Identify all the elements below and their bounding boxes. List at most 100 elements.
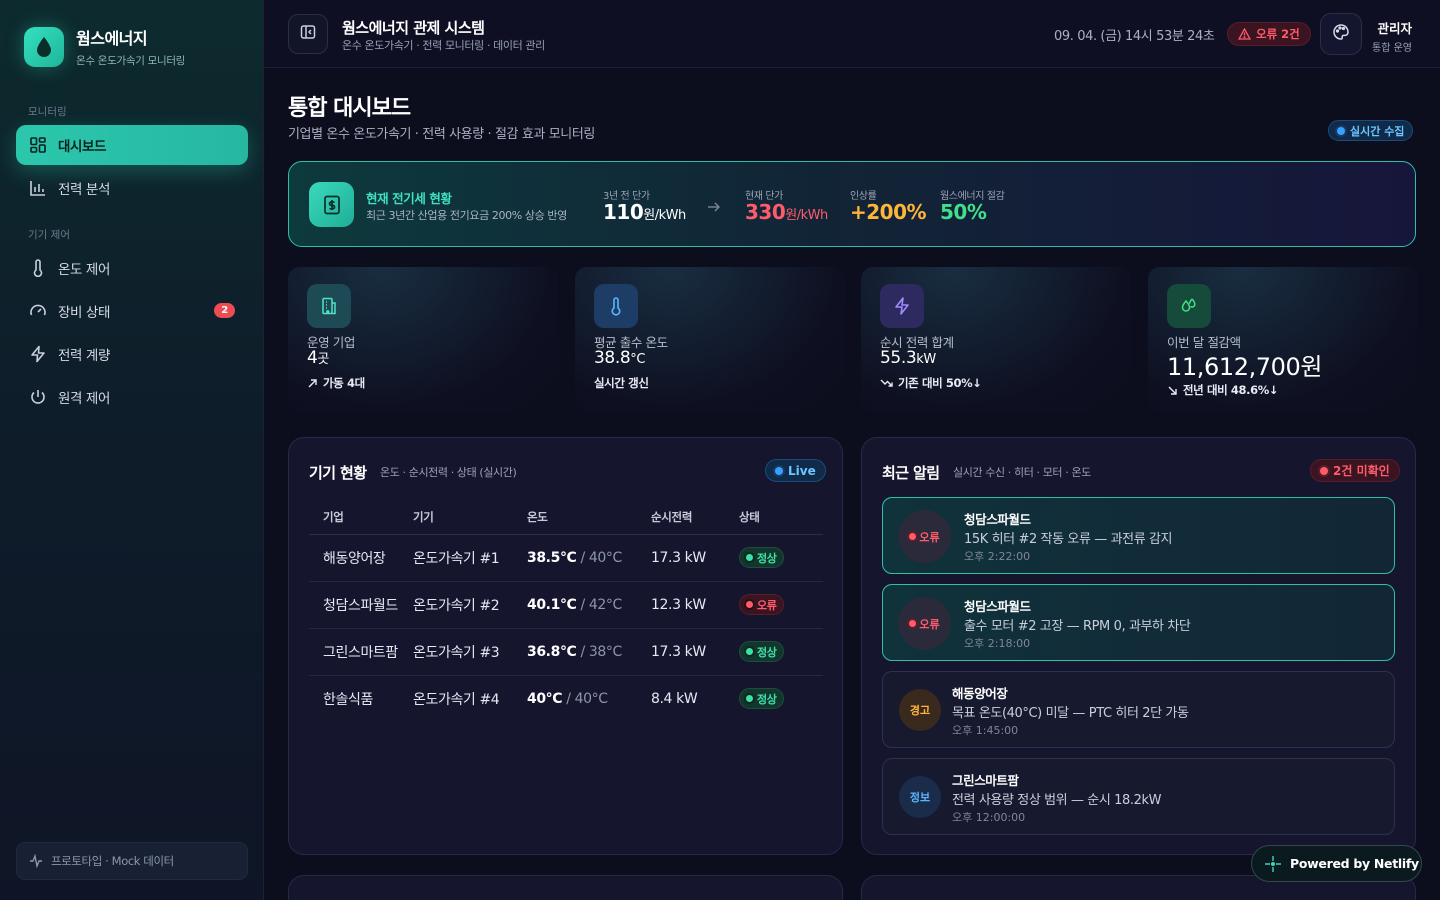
alert-time: 오후 1:45:00 (952, 724, 1019, 737)
netlify-badge[interactable]: Powered by Netlify (1251, 845, 1422, 882)
panel-subtitle: 온도 · 순시전력 · 상태 (실시간) (380, 466, 517, 479)
alert-message: 전력 사용량 정상 범위 — 순시 18.2kW (952, 793, 1162, 808)
stat-card-avg-temp: 평균 출수 온도 38.8°C 실시간 갱신 (575, 267, 845, 413)
cell-status: 정상 (739, 675, 823, 722)
column-header-company: 기업 (309, 500, 413, 535)
status-label: 정상 (757, 692, 777, 706)
target-temp: / 40°C (580, 549, 622, 566)
increase-rate-value: +200% (850, 200, 927, 224)
user-name: 관리자 (1377, 21, 1412, 36)
alert-level-label: 오류 (919, 530, 940, 544)
table-row[interactable]: 한솔식품 온도가속기 #4 40°C / 40°C 8.4 kW 정상 (309, 675, 823, 722)
stat-card-savings: 이번 달 절감액 11,612,700원 전년 대비 48.6%↓ (1148, 267, 1418, 413)
grid-icon (28, 135, 48, 155)
alert-message: 목표 온도(40°C) 미달 — PTC 히터 2단 가동 (952, 706, 1189, 721)
status-badge: 정상 (739, 688, 785, 710)
alert-dot-icon (909, 533, 917, 540)
stat-card-total-power: 순시 전력 합계 55.3kW 기존 대비 50%↓ (861, 267, 1131, 413)
water-drop-icon (24, 26, 64, 67)
live-badge-label: Live (788, 463, 816, 478)
sidebar-toggle-button[interactable] (288, 14, 328, 54)
sidebar-item-label: 대시보드 (58, 139, 107, 155)
trend-down-icon (880, 378, 893, 388)
alert-company: 해동양어장 (952, 686, 1008, 701)
bolt-icon (28, 344, 48, 364)
stat-value: 11,612,700원 (1167, 347, 1323, 382)
current-datetime: 09. 04. (금) 14시 53분 24초 (1054, 29, 1215, 44)
cell-company: 그린스마트팜 (309, 628, 413, 676)
device-table: 기업 기기 온도 순시전력 상태 해동양어장 온도가속기 #1 38.5°C /… (309, 500, 823, 722)
alert-level-badge: 경고 (899, 689, 941, 731)
table-row[interactable]: 해동양어장 온도가속기 #1 38.5°C / 40°C 17.3 kW 정상 (309, 534, 823, 582)
stat-unit: 원 (1300, 353, 1323, 381)
live-dot-icon (1337, 126, 1345, 135)
alert-time: 오후 2:22:00 (964, 550, 1031, 563)
page-subtitle: 기업별 온수 온도가속기 · 전력 사용량 · 절감 효과 모니터링 (288, 127, 595, 142)
prototype-label: 프로토타입 · Mock 데이터 (51, 854, 174, 868)
table-row[interactable]: 그린스마트팜 온도가속기 #3 36.8°C / 38°C 17.3 kW 정상 (309, 628, 823, 676)
alert-company: 청담스파월드 (964, 512, 1031, 527)
stat-footnote-text: 전년 대비 48.6%↓ (1183, 383, 1279, 397)
prev-rate-unit: 원/kWh (643, 208, 686, 223)
system-title: 웜스에너지 관제 시스템 (342, 19, 485, 37)
sidebar-item-power-analysis[interactable]: 전력 분석 (16, 168, 248, 208)
alert-message: 출수 모터 #2 고장 — RPM 0, 과부하 차단 (964, 619, 1191, 634)
alert-company: 그린스마트팜 (952, 773, 1019, 788)
stat-number: 11,612,700 (1167, 353, 1301, 381)
status-badge: 정상 (739, 547, 785, 568)
current-temp: 38.5°C (527, 549, 577, 566)
unread-alerts-label: 2건 미확인 (1333, 464, 1390, 478)
unread-dot-icon (1320, 466, 1328, 475)
panel-subtitle: 실시간 수신 · 히터 · 모터 · 온도 (953, 466, 1091, 479)
sidebar-item-power-metering[interactable]: 전력 계량 (16, 334, 248, 374)
realtime-tag-label: 실시간 수집 (1350, 124, 1405, 138)
arrow-down-right-icon (1167, 385, 1178, 396)
sidebar-item-label: 온도 제어 (58, 262, 110, 278)
cell-temp: 36.8°C / 38°C (527, 628, 651, 676)
cell-power: 17.3 kW (651, 628, 739, 676)
thermometer-icon (28, 258, 48, 278)
error-count-pill[interactable]: 오류 2건 (1227, 22, 1311, 46)
sidebar-item-remote-control[interactable]: 원격 제어 (16, 377, 248, 417)
sidebar-item-label: 전력 계량 (58, 348, 110, 364)
alert-time: 오후 12:00:00 (952, 811, 1026, 824)
panel-title: 기기 현황 (309, 464, 367, 482)
brand[interactable]: 웜스에너지 온수 온도가속기 모니터링 (24, 25, 185, 68)
status-badge: 정상 (739, 641, 785, 662)
alert-item[interactable]: 오류 청담스파월드 출수 모터 #2 고장 — RPM 0, 과부하 차단 오후… (882, 584, 1395, 661)
stat-number: 55.3 (880, 348, 917, 368)
table-header-row: 기업 기기 온도 순시전력 상태 (309, 500, 823, 535)
power-icon (28, 387, 48, 407)
stat-footnote-text: 기존 대비 50%↓ (898, 376, 982, 390)
section-label-monitoring: 모니터링 (28, 106, 67, 118)
cell-company: 청담스파월드 (309, 581, 413, 629)
theme-button[interactable] (1320, 13, 1362, 55)
alert-item[interactable]: 정보 그린스마트팜 전력 사용량 정상 범위 — 순시 18.2kW 오후 12… (882, 758, 1395, 835)
gauge-icon (28, 301, 48, 321)
status-dot-icon (746, 648, 753, 655)
alert-level-label: 오류 (919, 617, 940, 631)
column-header-status: 상태 (739, 500, 823, 535)
equipment-alert-badge: 2 (214, 303, 235, 318)
table-row[interactable]: 청담스파월드 온도가속기 #2 40.1°C / 42°C 12.3 kW 오류 (309, 581, 823, 629)
brand-subtitle: 온수 온도가속기 모니터링 (76, 55, 186, 67)
topbar: 웜스에너지 관제 시스템 온수 온도가속기 · 전력 모니터링 · 데이터 관리… (264, 0, 1440, 68)
alert-level-badge: 정보 (899, 776, 941, 818)
alert-item[interactable]: 경고 해동양어장 목표 온도(40°C) 미달 — PTC 히터 2단 가동 오… (882, 671, 1395, 748)
unread-alerts-badge[interactable]: 2건 미확인 (1310, 459, 1400, 482)
alert-item[interactable]: 오류 청담스파월드 15K 히터 #2 작동 오류 — 과전류 감지 오후 2:… (882, 497, 1395, 574)
sidebar-item-temp-control[interactable]: 온도 제어 (16, 248, 248, 288)
cell-temp: 40.1°C / 42°C (527, 581, 651, 629)
stat-footnote-text: 가동 4대 (323, 376, 365, 390)
sidebar-item-dashboard[interactable]: 대시보드 (16, 125, 248, 165)
target-temp: / 38°C (580, 643, 622, 660)
cell-power: 12.3 kW (651, 581, 739, 629)
cell-device: 온도가속기 #2 (413, 581, 527, 629)
stat-card-companies: 운영 기업 4곳 가동 4대 (288, 267, 558, 413)
stat-footnote: 실시간 갱신 (594, 375, 649, 391)
user-menu[interactable]: 관리자 통합 운영 (1370, 18, 1412, 54)
current-rate-number: 330 (745, 200, 786, 224)
status-label: 정상 (757, 645, 777, 659)
target-temp: / 42°C (580, 596, 622, 613)
sidebar-item-equipment-status[interactable]: 장비 상태 2 (16, 291, 248, 331)
